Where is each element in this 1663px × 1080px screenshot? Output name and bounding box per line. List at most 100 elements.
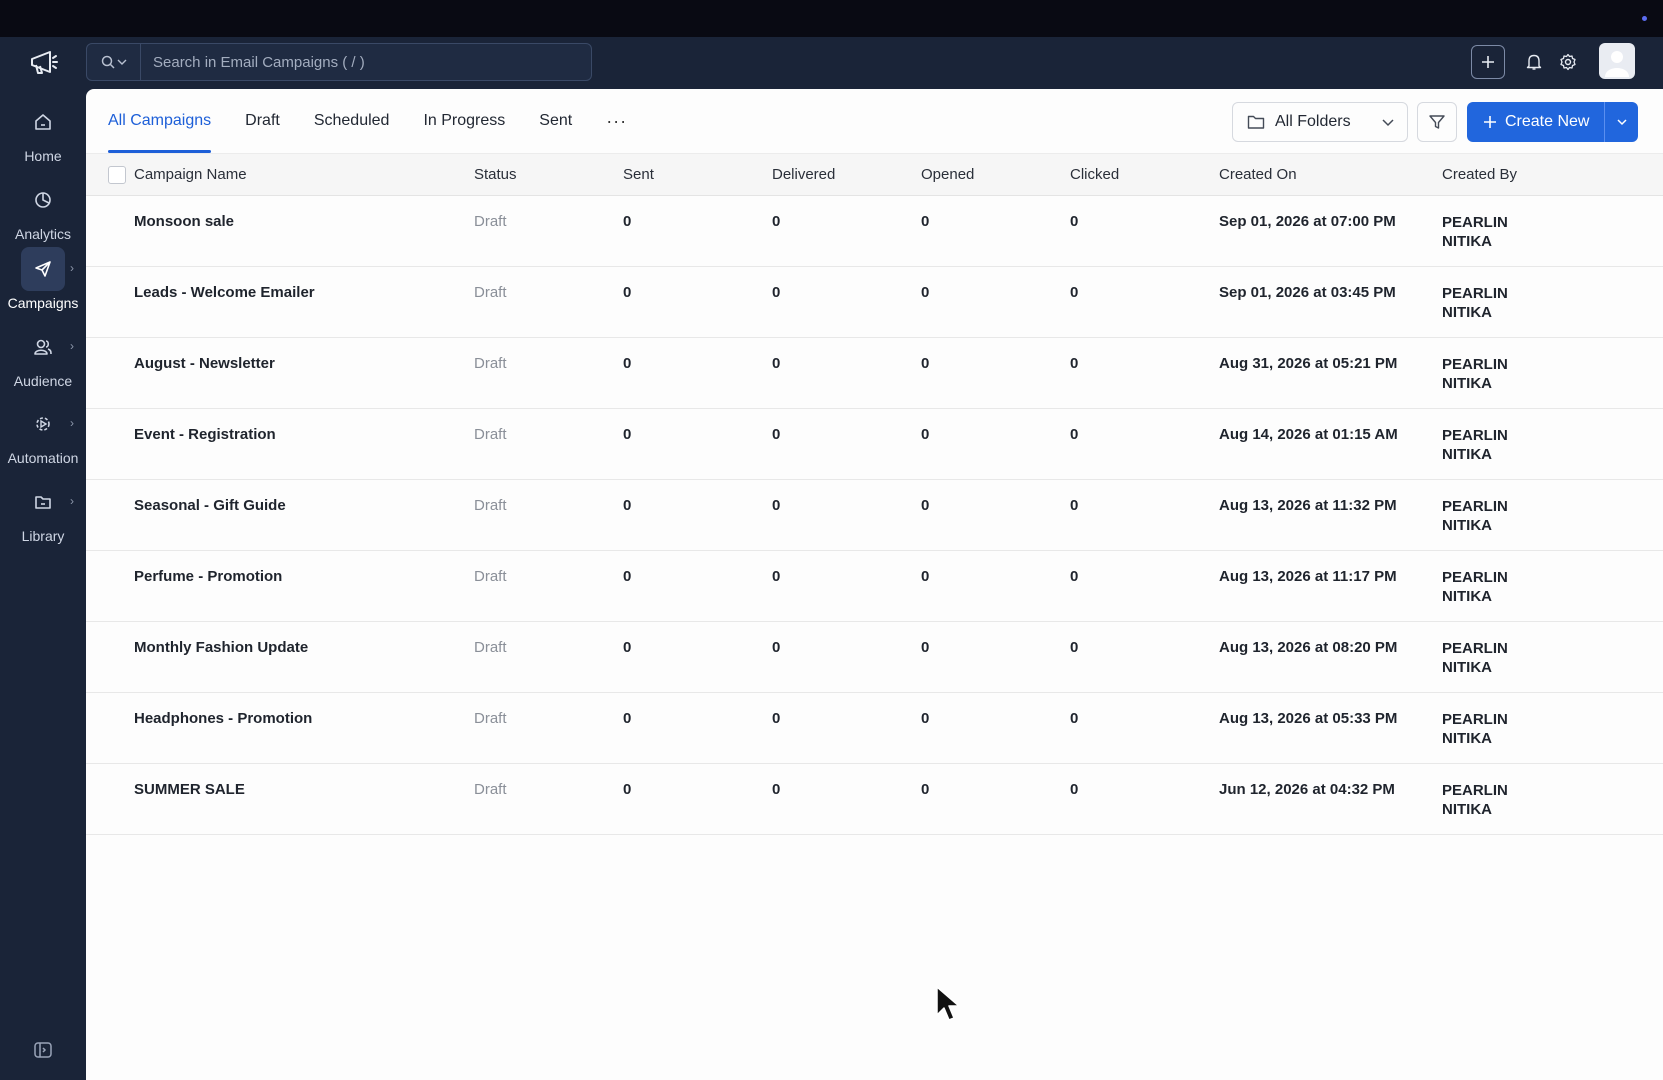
sidebar-item-automation[interactable]: Automation › (0, 402, 86, 474)
status-badge: Draft (474, 497, 507, 514)
clicked-count: 0 (1070, 568, 1079, 585)
status-badge: Draft (474, 426, 507, 443)
sent-count: 0 (623, 355, 632, 372)
column-header-created-by[interactable]: Created By (1442, 166, 1517, 183)
sent-count: 0 (623, 710, 632, 727)
notifications-button[interactable] (1517, 45, 1551, 79)
sent-count: 0 (623, 781, 632, 798)
sent-count: 0 (623, 568, 632, 585)
campaign-name[interactable]: SUMMER SALE (134, 781, 245, 798)
tab-all-campaigns[interactable]: All Campaigns (108, 89, 212, 153)
chevron-right-icon: › (70, 261, 74, 275)
delivered-count: 0 (772, 284, 781, 301)
sidebar: Home Analytics Campaigns › Audience › Au… (0, 37, 86, 1080)
tab-in-progress[interactable]: In Progress (423, 89, 505, 153)
delivered-count: 0 (772, 639, 781, 656)
campaign-name[interactable]: Event - Registration (134, 426, 276, 443)
top-bar: Search in Email Campaigns ( / ) (86, 37, 1663, 89)
table-row[interactable]: Seasonal - Gift Guide Draft 0 0 0 0 Aug … (86, 480, 1663, 551)
search-icon[interactable] (87, 44, 141, 80)
gear-icon (1560, 53, 1576, 71)
table-row[interactable]: SUMMER SALE Draft 0 0 0 0 Jun 12, 2026 a… (86, 764, 1663, 835)
automation-icon (21, 402, 65, 446)
more-tabs-icon[interactable]: ··· (606, 89, 627, 153)
search-input[interactable]: Search in Email Campaigns ( / ) (86, 43, 592, 81)
column-header-campaign-name[interactable]: Campaign Name (134, 166, 247, 183)
column-header-clicked[interactable]: Clicked (1070, 166, 1119, 183)
column-header-status[interactable]: Status (474, 166, 517, 183)
opened-count: 0 (921, 497, 930, 514)
created-by: PEARLIN NITIKA (1442, 285, 1508, 321)
campaign-name[interactable]: Monthly Fashion Update (134, 639, 308, 656)
sidebar-item-library[interactable]: Library › (0, 480, 86, 552)
status-badge: Draft (474, 639, 507, 656)
chevron-right-icon: › (70, 494, 74, 508)
sent-count: 0 (623, 426, 632, 443)
clicked-count: 0 (1070, 639, 1079, 656)
create-new-dropdown[interactable] (1605, 102, 1638, 142)
created-by: PEARLIN NITIKA (1442, 711, 1508, 747)
folder-icon (1247, 115, 1265, 129)
sidebar-item-analytics[interactable]: Analytics (0, 178, 86, 250)
folders-dropdown[interactable]: All Folders (1232, 102, 1408, 142)
create-new-main[interactable]: Create New (1467, 102, 1605, 142)
opened-count: 0 (921, 710, 930, 727)
created-by: PEARLIN NITIKA (1442, 640, 1508, 676)
status-badge: Draft (474, 710, 507, 727)
created-on: Aug 13, 2026 at 05:33 PM (1219, 710, 1398, 727)
created-by: PEARLIN NITIKA (1442, 356, 1508, 392)
send-icon (21, 247, 65, 291)
select-all-checkbox[interactable] (108, 166, 126, 184)
table-row[interactable]: Monthly Fashion Update Draft 0 0 0 0 Aug… (86, 622, 1663, 693)
table-row[interactable]: Leads - Welcome Emailer Draft 0 0 0 0 Se… (86, 267, 1663, 338)
created-on: Aug 13, 2026 at 11:32 PM (1219, 497, 1397, 514)
created-on: Aug 13, 2026 at 11:17 PM (1219, 568, 1397, 585)
table-row[interactable]: Event - Registration Draft 0 0 0 0 Aug 1… (86, 409, 1663, 480)
megaphone-logo-icon[interactable] (28, 49, 60, 77)
table-row[interactable]: August - Newsletter Draft 0 0 0 0 Aug 31… (86, 338, 1663, 409)
filter-icon (1429, 115, 1445, 129)
campaign-name[interactable]: Headphones - Promotion (134, 710, 312, 727)
tab-draft[interactable]: Draft (245, 89, 280, 153)
created-by: PEARLIN NITIKA (1442, 427, 1508, 463)
create-new-button[interactable]: Create New (1467, 102, 1638, 142)
column-header-opened[interactable]: Opened (921, 166, 974, 183)
campaign-name[interactable]: Perfume - Promotion (134, 568, 282, 585)
created-on: Sep 01, 2026 at 03:45 PM (1219, 284, 1396, 301)
opened-count: 0 (921, 355, 930, 372)
tab-scheduled[interactable]: Scheduled (314, 89, 390, 153)
avatar[interactable] (1599, 43, 1635, 79)
add-button[interactable] (1471, 45, 1505, 79)
filter-button[interactable] (1417, 102, 1457, 142)
opened-count: 0 (921, 426, 930, 443)
create-new-label: Create New (1505, 113, 1590, 130)
created-by: PEARLIN NITIKA (1442, 569, 1508, 605)
campaign-name[interactable]: August - Newsletter (134, 355, 275, 372)
plus-icon (1484, 116, 1496, 128)
collapse-sidebar-icon[interactable] (33, 1040, 53, 1060)
campaign-name[interactable]: Leads - Welcome Emailer (134, 284, 315, 301)
settings-button[interactable] (1551, 45, 1585, 79)
sidebar-item-label: Automation (7, 450, 79, 466)
created-on: Aug 14, 2026 at 01:15 AM (1219, 426, 1398, 443)
column-header-created-on[interactable]: Created On (1219, 166, 1297, 183)
campaign-name[interactable]: Seasonal - Gift Guide (134, 497, 286, 514)
sent-count: 0 (623, 284, 632, 301)
table-row[interactable]: Headphones - Promotion Draft 0 0 0 0 Aug… (86, 693, 1663, 764)
tab-sent[interactable]: Sent (539, 89, 572, 153)
campaign-name[interactable]: Monsoon sale (134, 213, 234, 230)
table-row[interactable]: Monsoon sale Draft 0 0 0 0 Sep 01, 2026 … (86, 196, 1663, 267)
table-row[interactable]: Perfume - Promotion Draft 0 0 0 0 Aug 13… (86, 551, 1663, 622)
sidebar-item-label: Home (24, 148, 62, 164)
column-header-delivered[interactable]: Delivered (772, 166, 835, 183)
status-badge: Draft (474, 355, 507, 372)
created-by: PEARLIN NITIKA (1442, 498, 1508, 534)
column-header-sent[interactable]: Sent (623, 166, 654, 183)
search-placeholder: Search in Email Campaigns ( / ) (153, 53, 365, 71)
delivered-count: 0 (772, 213, 781, 230)
clicked-count: 0 (1070, 355, 1079, 372)
created-on: Aug 31, 2026 at 05:21 PM (1219, 355, 1398, 372)
sidebar-item-campaigns[interactable]: Campaigns › (0, 247, 86, 319)
sidebar-item-home[interactable]: Home (0, 100, 86, 172)
sidebar-item-audience[interactable]: Audience › (0, 325, 86, 397)
